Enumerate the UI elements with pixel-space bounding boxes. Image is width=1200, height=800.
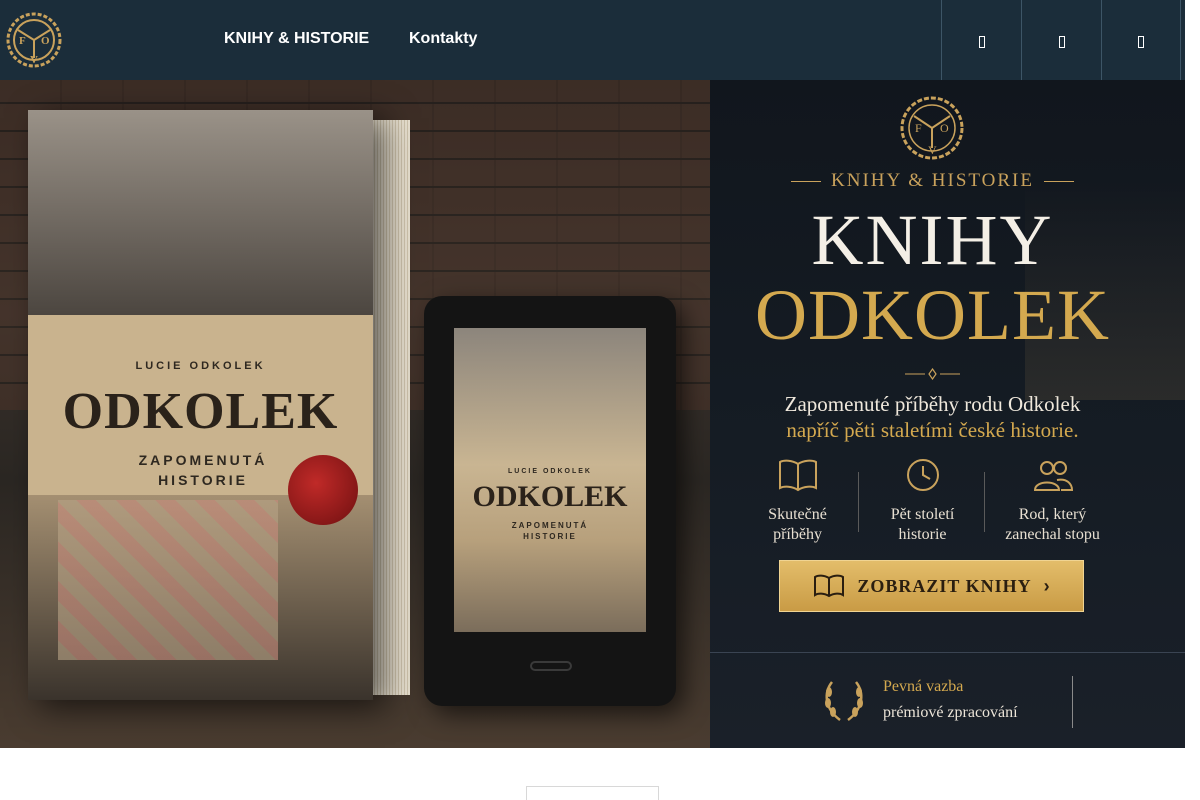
open-book-icon xyxy=(814,574,845,598)
feature-real-stories: Skutečné příběhy xyxy=(735,458,860,545)
ereader-screen: LUCIE ODKOLEK ODKOLEK ZAPOMENUTÁ HISTORI… xyxy=(454,328,646,632)
feature-label-line2: příběhy xyxy=(773,526,822,543)
book-author: LUCIE ODKOLEK xyxy=(135,360,266,372)
promo-title-line2: ODKOLEK xyxy=(755,275,1110,355)
feature-divider xyxy=(858,472,859,532)
ereader-subtitle-line1: ZAPOMENUTÁ xyxy=(511,521,589,530)
people-icon xyxy=(1033,461,1073,491)
logo-letter-f: F xyxy=(19,35,26,47)
fov-logo[interactable]: F O V xyxy=(4,10,64,70)
placeholder-icon xyxy=(978,36,985,48)
clock-icon xyxy=(906,459,939,491)
ereader-home-button xyxy=(530,661,572,671)
top-navbar: F O V KNIHY & HISTORIE Kontakty xyxy=(0,0,1185,80)
book-page-edges xyxy=(372,120,410,695)
nav-icon-button-3[interactable] xyxy=(1101,0,1181,80)
emblem-letter-o: O xyxy=(940,121,949,135)
ereader-book-title: ODKOLEK xyxy=(472,480,628,513)
feature-label-line2: zanechal stopu xyxy=(1005,526,1100,543)
nav-link-books-history[interactable]: KNIHY & HISTORIE xyxy=(224,30,369,48)
chevron-right-icon: › xyxy=(1043,575,1050,596)
promo-brand-text: KNIHY & HISTORIE xyxy=(831,170,1034,191)
ornament-divider-icon xyxy=(905,368,960,380)
book-subtitle: ZAPOMENUTÁ HISTORIE xyxy=(138,450,268,490)
slider-pagination[interactable] xyxy=(526,786,659,800)
ereader-device: LUCIE ODKOLEK ODKOLEK ZAPOMENUTÁ HISTORI… xyxy=(424,296,676,706)
nav-icon-button-2[interactable] xyxy=(1021,0,1101,80)
hero-banner[interactable]: LUCIE ODKOLEK ODKOLEK ZAPOMENUTÁ HISTORI… xyxy=(0,80,1185,748)
nav-link-contacts[interactable]: Kontakty xyxy=(409,30,477,48)
promo-tagline-line1: Zapomenuté příběhy rodu Odkolek xyxy=(784,392,1081,416)
laurel-wreath-icon xyxy=(825,681,863,721)
promo-tagline-line2: napříč pěti staletími české historie. xyxy=(786,418,1079,442)
feature-five-centuries: Pět století historie xyxy=(860,458,985,545)
book-cover-portraits xyxy=(28,110,373,315)
book-subtitle-line2: HISTORIE xyxy=(158,472,248,488)
book-cover: LUCIE ODKOLEK ODKOLEK ZAPOMENUTÁ HISTORI… xyxy=(28,110,373,700)
feature-label-line1: Rod, který xyxy=(1018,506,1087,523)
cadastral-map-graphic xyxy=(58,500,278,660)
placeholder-icon xyxy=(1058,36,1065,48)
nav-icon-button-1[interactable] xyxy=(941,0,1021,80)
placeholder-icon xyxy=(1138,36,1144,48)
ereader-subtitle-line2: HISTORIE xyxy=(523,532,577,541)
page-scrollbar[interactable] xyxy=(1185,0,1200,800)
binding-divider xyxy=(1072,676,1073,728)
logo-letter-v: V xyxy=(30,54,38,66)
wax-seal-icon xyxy=(288,455,358,525)
panel-divider xyxy=(710,652,1185,653)
show-books-button[interactable]: ZOBRAZIT KNIHY › xyxy=(779,560,1084,612)
binding-subtitle: prémiové zpracování xyxy=(883,704,1018,721)
feature-label-line1: Pět století xyxy=(890,506,955,523)
hero-product-scene: LUCIE ODKOLEK ODKOLEK ZAPOMENUTÁ HISTORI… xyxy=(0,80,710,748)
feature-label-line1: Skutečné xyxy=(768,506,827,523)
ereader-book-subtitle: ZAPOMENUTÁ HISTORIE xyxy=(504,520,596,542)
emblem-letter-f: F xyxy=(915,121,922,135)
ereader-book-author: LUCIE ODKOLEK xyxy=(508,468,592,475)
fov-emblem-icon: F O V xyxy=(900,96,964,160)
promo-brand: KNIHY & HISTORIE xyxy=(710,170,1155,192)
show-books-label: ZOBRAZIT KNIHY xyxy=(857,575,1032,596)
promo-title-line1: KNIHY xyxy=(811,200,1054,280)
logo-letter-o: O xyxy=(41,35,50,47)
feature-divider xyxy=(984,472,985,532)
book-title: ODKOLEK xyxy=(62,383,339,440)
emblem-letter-v: V xyxy=(928,143,937,157)
feature-family-legacy: Rod, který zanechal stopu xyxy=(990,458,1115,545)
feature-label-line2: historie xyxy=(898,526,947,543)
hero-promo-panel: F O V KNIHY & HISTORIE KNIHY ODKOLEK Zap… xyxy=(710,80,1185,748)
binding-title: Pevná vazba xyxy=(883,678,964,695)
book-subtitle-line1: ZAPOMENUTÁ xyxy=(138,452,268,468)
book-icon xyxy=(778,459,817,492)
